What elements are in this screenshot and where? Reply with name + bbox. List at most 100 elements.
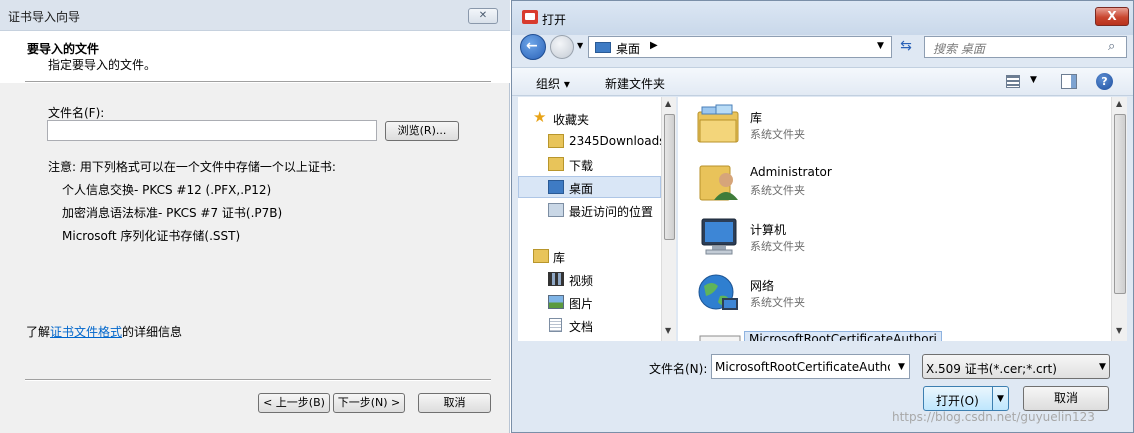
file-item-libraries[interactable]: 库 系统文件夹 [688,100,1108,150]
filename-dropdown-icon[interactable]: ▼ [898,362,905,372]
scroll-up-icon[interactable]: ▲ [1116,99,1122,108]
nav-libraries[interactable]: 库 [518,245,661,267]
nav-back-button[interactable] [520,34,546,60]
search-input[interactable]: 搜索 桌面 ⌕ [924,36,1127,58]
scroll-down-icon[interactable]: ▼ [1116,326,1122,335]
file-name: 库 [750,111,763,125]
new-folder-button[interactable]: 新建文件夹 [605,75,665,92]
filter-dropdown-icon[interactable]: ▼ [1099,362,1106,372]
libraries-folder-icon [697,104,739,143]
address-dropdown-icon[interactable]: ▼ [877,41,884,51]
user-folder-icon [699,165,738,201]
file-name: 计算机 [750,223,787,237]
nav-item-desktop[interactable]: 桌面 [518,176,661,198]
open-options-dropdown-icon[interactable]: ▼ [997,394,1004,404]
file-type-filter-select[interactable]: X.509 证书(*.cer;*.crt) ▼ [922,354,1110,379]
format-note: 注意: 用下列格式可以在一个文件中存储一个以上证书: [48,160,336,174]
more-info-prefix: 了解 [26,325,51,339]
search-icon: ⌕ [1108,39,1116,54]
file-type-filter-value: X.509 证书(*.cer;*.crt) [926,362,1057,376]
view-options-dropdown-icon[interactable]: ▼ [1030,75,1037,85]
scroll-thumb[interactable] [1114,114,1126,294]
nav-item-2345downloads[interactable]: 2345Downloads [518,130,661,152]
recent-pages-dropdown-icon[interactable]: ▼ [577,41,583,50]
nav-item-label: 桌面 [569,182,594,196]
nav-item-label: 图片 [569,297,594,311]
nav-forward-button[interactable] [550,35,574,59]
address-text: 桌面 [616,42,641,56]
change-view-icon[interactable] [1006,75,1020,88]
navigation-pane: ★ 收藏夹 2345Downloads 下载 桌面 最近访问的位置 库 视频 图… [518,97,661,341]
recent-places-icon [548,203,564,217]
documents-icon [549,318,562,332]
open-dialog-titlebar: 打开 X [512,1,1133,35]
nav-item-downloads[interactable]: 下载 [518,153,661,175]
file-name: MicrosoftRootCertificateAuthori [744,331,942,341]
refresh-button[interactable]: ⇆ [895,36,917,58]
watermark-text: https://blog.csdn.net/guyuelin123 [892,410,1095,424]
file-item-network[interactable]: 网络 系统文件夹 [688,268,1108,318]
file-type: 系统文件夹 [750,240,805,253]
scroll-up-icon[interactable]: ▲ [665,99,671,108]
file-list-scrollbar[interactable]: ▲ ▼ [1111,97,1127,341]
file-name: 网络 [750,279,775,293]
computer-icon [701,218,737,255]
nav-item-label: 文档 [569,320,594,334]
navigation-pane-scrollbar[interactable]: ▲ ▼ [661,97,676,341]
certificate-file-icon [699,335,741,341]
format-item-pfx: 个人信息交换- PKCS #12 (.PFX,.P12) [62,183,272,197]
browse-button[interactable]: 浏览(R)... [385,121,459,141]
open-file-dialog: 打开 X ▼ 桌面 ▶ ▼ ⇆ 搜索 桌面 ⌕ 组织 ▾ 新建文件夹 ▼ ? ★… [511,0,1134,433]
file-type: 系统文件夹 [750,296,805,309]
format-item-sst: Microsoft 序列化证书存储(.SST) [62,229,241,243]
nav-item-label: 2345Downloads [569,134,661,148]
open-filename-input[interactable]: MicrosoftRootCertificateAutho ▼ [711,354,910,379]
folder-icon [548,134,564,148]
file-item-administrator[interactable]: Administrator 系统文件夹 [688,156,1108,206]
scroll-thumb[interactable] [664,114,675,240]
scroll-down-icon[interactable]: ▼ [665,326,671,335]
libraries-icon [533,249,549,263]
nav-item-label: 视频 [569,274,594,288]
open-dialog-close-button[interactable]: X [1095,7,1129,26]
more-info-text: 了解证书文件格式的详细信息 [26,323,182,340]
desktop-icon [548,180,564,194]
downloads-folder-icon [548,157,564,171]
certificate-import-wizard: 证书导入向导 ✕ 要导入的文件 指定要导入的文件。 文件名(F): 浏览(R).… [0,0,510,433]
network-globe-icon [698,274,738,310]
file-name: Administrator [750,165,832,179]
open-dialog-app-icon [522,10,538,24]
file-item-certificate[interactable]: MicrosoftRootCertificateAuthori [688,324,1108,341]
nav-item-label: 最近访问的位置 [569,205,654,219]
nav-libraries-label: 库 [553,251,566,265]
nav-item-recent-places[interactable]: 最近访问的位置 [518,199,661,221]
nav-favorites-label: 收藏夹 [553,113,590,127]
filename-input[interactable] [47,120,377,141]
wizard-cancel-button[interactable]: 取消 [418,393,491,413]
file-item-computer[interactable]: 计算机 系统文件夹 [688,212,1108,262]
nav-item-pictures[interactable]: 图片 [518,291,661,313]
address-bar[interactable]: 桌面 ▶ ▼ [588,36,892,58]
breadcrumb-arrow-icon[interactable]: ▶ [650,40,658,51]
wizard-header-subtitle: 指定要导入的文件。 [48,58,157,72]
next-button[interactable]: 下一步(N) > [333,393,405,413]
open-button[interactable]: 打开(O) ▼ [923,386,1009,411]
help-icon[interactable]: ? [1096,73,1113,90]
star-icon: ★ [533,108,547,126]
back-button[interactable]: < 上一步(B) [258,393,330,413]
preview-pane-icon[interactable] [1061,74,1077,89]
organize-button[interactable]: 组织 ▾ [536,75,570,92]
nav-item-videos[interactable]: 视频 [518,268,661,290]
certificate-formats-link[interactable]: 证书文件格式 [50,325,122,339]
wizard-close-button[interactable]: ✕ [468,8,498,24]
file-type: 系统文件夹 [750,128,805,141]
nav-item-documents[interactable]: 文档 [518,314,661,336]
filename-label: 文件名(F): [48,106,105,120]
open-filename-label: 文件名(N): [649,362,708,376]
videos-icon [548,272,564,286]
nav-favorites[interactable]: ★ 收藏夹 [518,107,661,129]
nav-item-label: 下载 [569,159,594,173]
wizard-header-title: 要导入的文件 [27,42,100,56]
open-dialog-cancel-button[interactable]: 取消 [1023,386,1109,411]
command-toolbar: 组织 ▾ 新建文件夹 ▼ ? [512,67,1133,96]
